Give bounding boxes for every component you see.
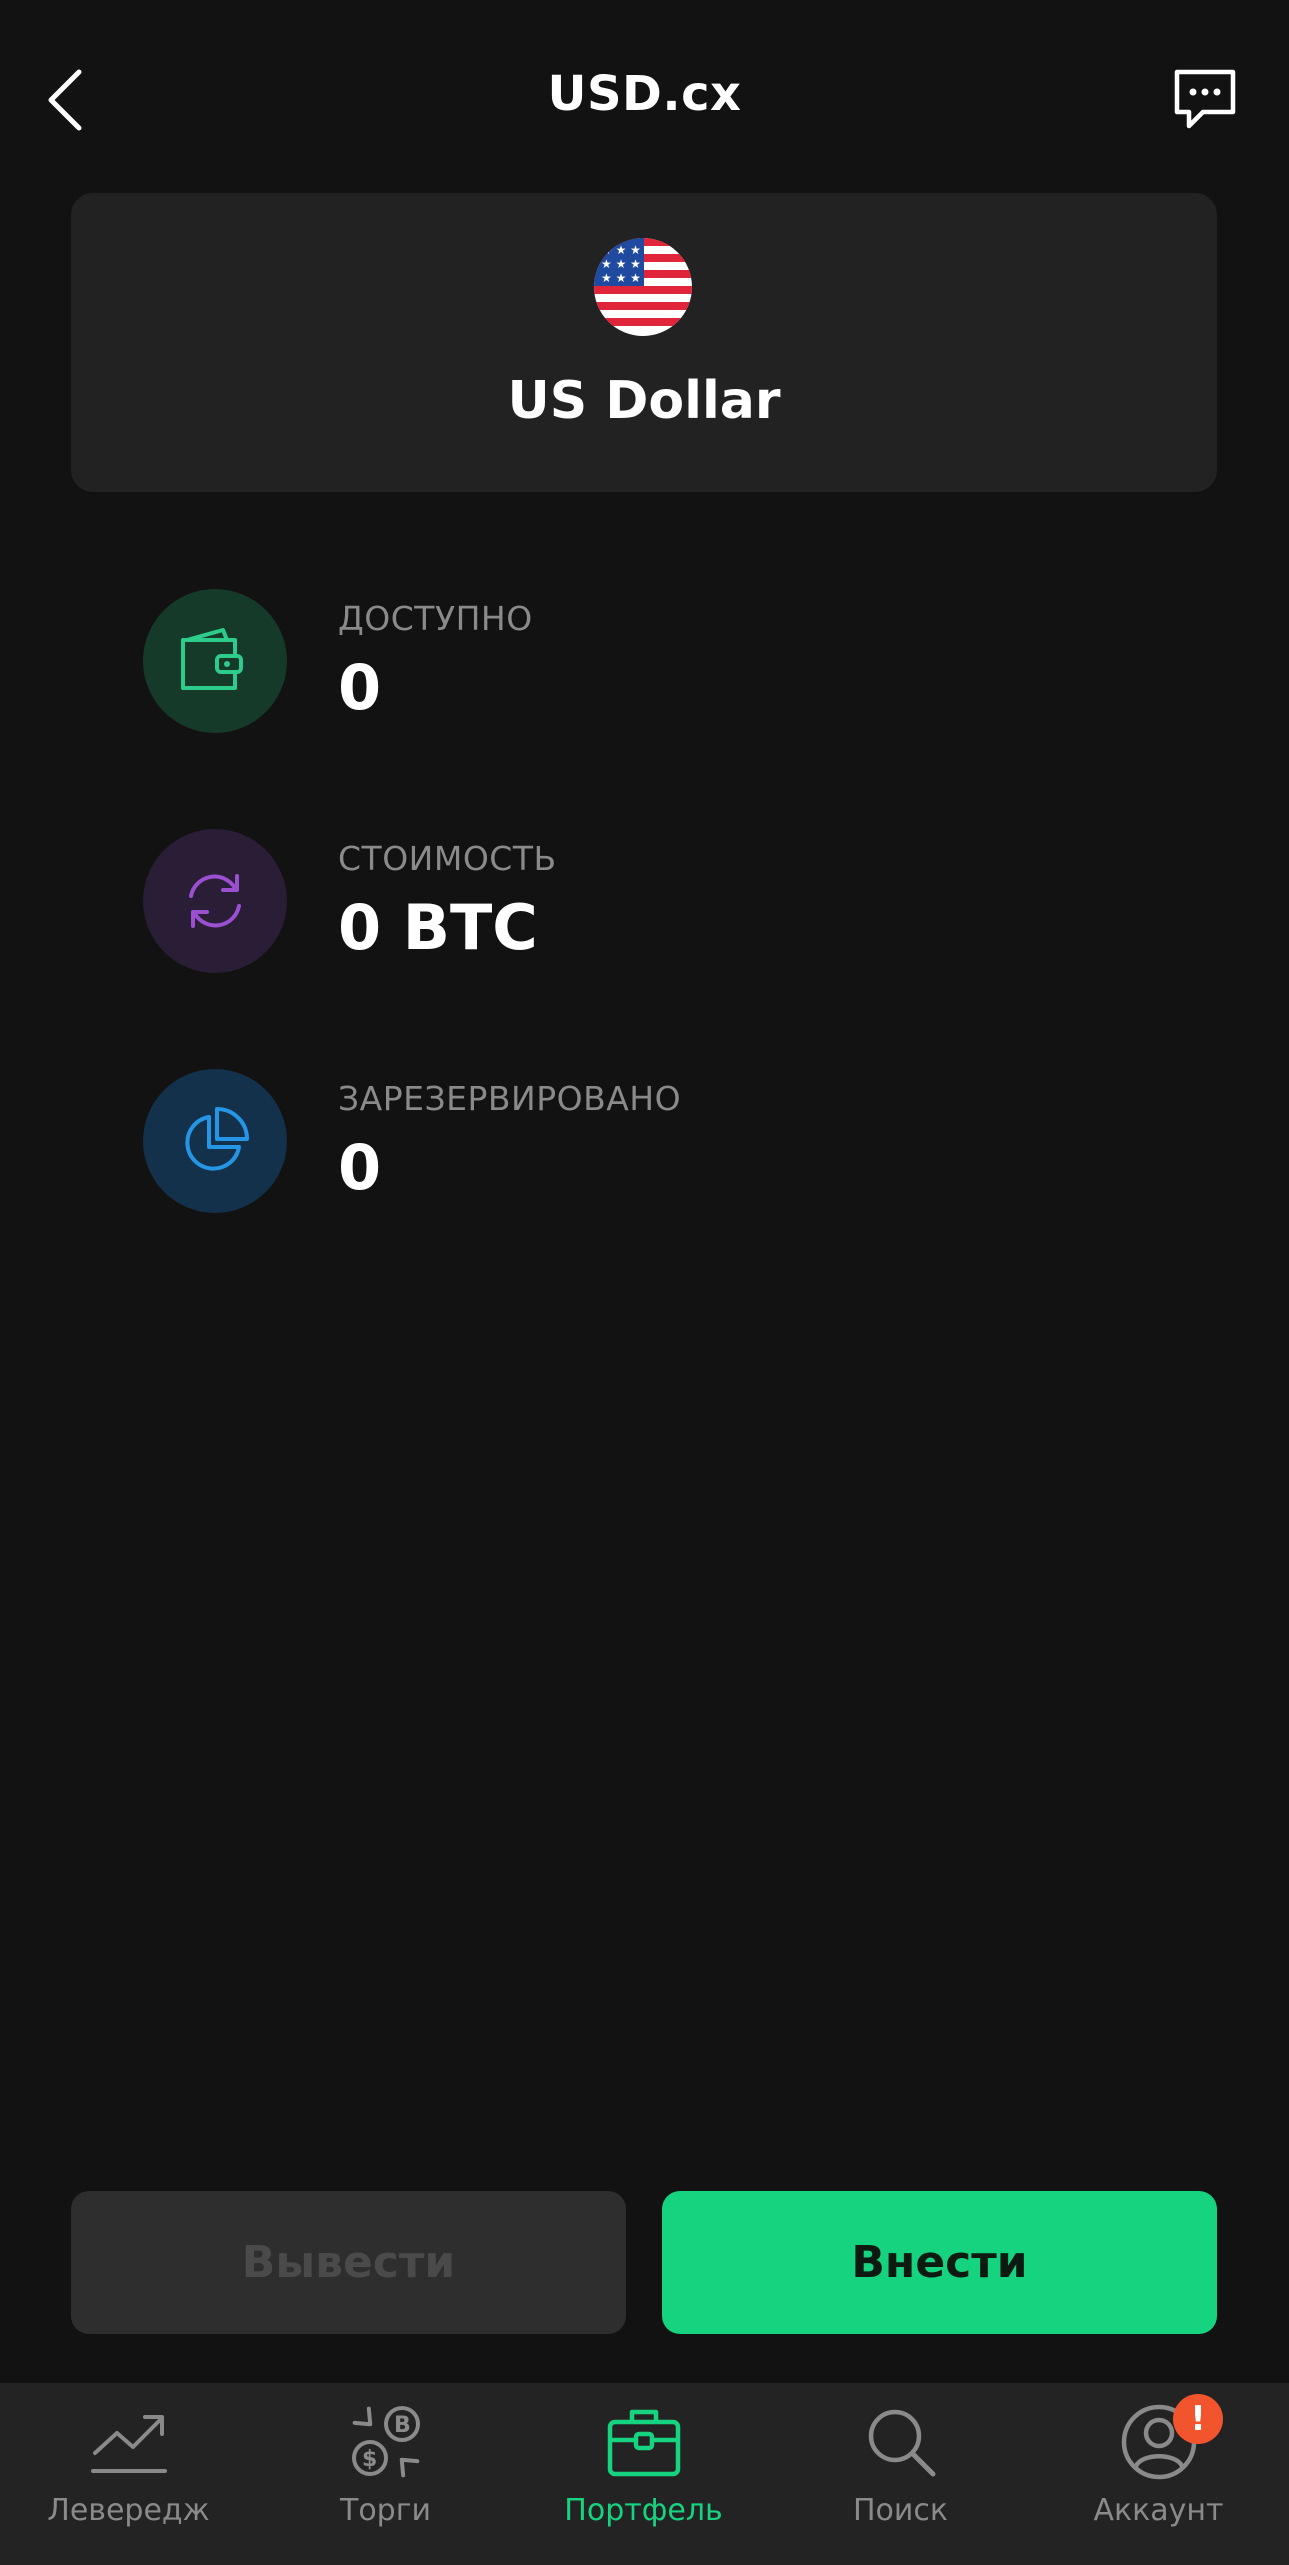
svg-text:★ ★ ★: ★ ★ ★ (601, 257, 641, 271)
bottom-tab-bar: Левередж B $ Торги Портфель Поиск Аккаун… (0, 2383, 1289, 2565)
trend-chart-icon (90, 2415, 167, 2473)
stat-label: СТОИМОСТЬ (338, 839, 557, 878)
pie-chart-icon (143, 1069, 287, 1213)
exchange-arrows-icon (143, 829, 287, 973)
tab-label: Левередж (47, 2493, 210, 2528)
wallet-icon (143, 589, 287, 733)
stat-value: 0 BTC (338, 891, 538, 964)
stat-label: ДОСТУПНО (338, 599, 533, 638)
asset-card: ★ ★ ★ ★ ★ ★ ★ ★ ★ US Dollar (71, 193, 1217, 492)
tab-label: Портфель (564, 2493, 723, 2528)
asset-name: US Dollar (507, 371, 781, 431)
svg-text:★ ★ ★: ★ ★ ★ (601, 271, 641, 285)
tab-trading[interactable]: B $ Торги (257, 2383, 514, 2565)
header: USD.cx (0, 0, 1289, 200)
chat-icon (1174, 69, 1236, 129)
currency-exchange-icon: B $ (351, 2406, 420, 2478)
svg-text:$: $ (362, 2447, 377, 2472)
tab-label: Торги (340, 2493, 431, 2528)
us-flag-icon: ★ ★ ★ ★ ★ ★ ★ ★ ★ (594, 238, 692, 336)
search-icon (868, 2409, 935, 2477)
notification-badge: ! (1173, 2394, 1223, 2444)
stat-value-btc: СТОИМОСТЬ 0 BTC (143, 829, 1143, 975)
tab-leverage[interactable]: Левередж (0, 2383, 257, 2565)
tab-label: Поиск (852, 2493, 949, 2528)
svg-text:★ ★ ★: ★ ★ ★ (601, 243, 641, 257)
stat-value: 0 (338, 1131, 382, 1204)
stat-value: 0 (338, 651, 382, 724)
deposit-button[interactable]: Внести (662, 2191, 1217, 2334)
briefcase-icon (607, 2409, 680, 2477)
stat-label: ЗАРЕЗЕРВИРОВАНО (338, 1079, 682, 1118)
tab-account[interactable]: Аккаунт (1030, 2383, 1287, 2565)
withdraw-button[interactable]: Вывести (71, 2191, 626, 2334)
stat-available: ДОСТУПНО 0 (143, 589, 1143, 735)
tab-label: Аккаунт (1093, 2493, 1224, 2528)
page-title: USD.cx (547, 66, 742, 122)
chat-button[interactable] (1166, 62, 1244, 136)
tab-search[interactable]: Поиск (772, 2383, 1029, 2565)
stat-reserved: ЗАРЕЗЕРВИРОВАНО 0 (143, 1069, 1143, 1215)
svg-text:B: B (394, 2413, 411, 2438)
tab-portfolio[interactable]: Портфель (515, 2383, 772, 2565)
